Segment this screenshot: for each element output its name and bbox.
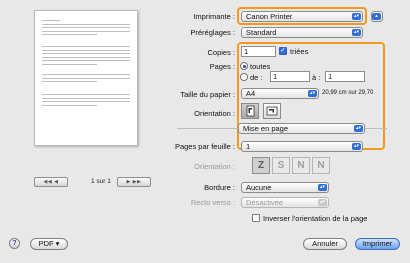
copies-field[interactable]: 1 xyxy=(241,46,276,57)
presets-label: Préréglages : xyxy=(190,28,235,37)
presets-value: Standard xyxy=(246,28,277,37)
pages-label: Pages : xyxy=(209,62,235,71)
paper-dimensions: 20,99 cm sur 29,70 xyxy=(322,90,374,96)
popup-arrows-icon: ▴▾ xyxy=(318,199,327,206)
preview-text-line xyxy=(42,46,130,47)
reverse-orientation-checkbox[interactable] xyxy=(252,214,260,222)
preview-text-line xyxy=(42,77,130,79)
print-preview-page xyxy=(34,10,138,146)
preview-text-line xyxy=(42,56,130,58)
pages-from-label: de : xyxy=(250,73,263,82)
printer-popup[interactable]: Canon Printer ▴▾ xyxy=(241,11,363,22)
pages-to-field[interactable]: 1 xyxy=(325,71,365,82)
printer-value: Canon Printer xyxy=(246,12,293,21)
preview-text-line xyxy=(42,49,130,51)
layout-n-icon[interactable]: N xyxy=(292,157,310,174)
preview-text-line xyxy=(42,63,97,65)
border-popup[interactable]: Aucune ▴▾ xyxy=(241,182,329,193)
orientation-label: Orientation : xyxy=(194,109,235,118)
page-indicator: 1 sur 1 xyxy=(91,178,111,185)
popup-arrows-icon: ▴▾ xyxy=(352,13,361,20)
border-label: Bordure : xyxy=(204,183,235,192)
portrait-icon xyxy=(246,105,255,117)
pages-all-radio[interactable] xyxy=(240,62,248,70)
pages-per-sheet-value: 1 xyxy=(246,142,251,151)
pages-range-radio[interactable] xyxy=(240,73,248,81)
paper-size-popup[interactable]: A4 ▴▾ xyxy=(241,88,319,99)
popup-arrows-icon: ▴▾ xyxy=(354,125,363,132)
preview-text-line xyxy=(42,34,97,35)
pdf-menu-button[interactable]: PDF ▾ xyxy=(30,238,68,250)
pages-per-sheet-label: Pages par feuille : xyxy=(174,142,235,151)
printer-label: Imprimante : xyxy=(193,12,235,21)
preview-text-line xyxy=(42,104,97,106)
disclosure-button[interactable]: ▴ xyxy=(371,11,383,22)
preview-text-line xyxy=(42,74,130,75)
collate-label: triées xyxy=(290,47,309,56)
preview-text-line xyxy=(42,23,130,25)
presets-popup[interactable]: Standard ▴▾ xyxy=(241,27,363,38)
orientation-landscape-button[interactable] xyxy=(263,103,281,119)
layout-orientation-label: Orientation : xyxy=(194,162,235,171)
cancel-button[interactable]: Annuler xyxy=(303,238,347,250)
landscape-icon xyxy=(266,106,278,116)
print-button[interactable]: Imprimer xyxy=(355,238,400,250)
paper-size-value: A4 xyxy=(246,89,256,98)
duplex-value: Désactivée xyxy=(246,198,284,207)
preview-text-line xyxy=(42,20,60,21)
preview-text-line xyxy=(42,81,97,82)
preview-text-line xyxy=(42,27,130,28)
popup-arrows-icon: ▴▾ xyxy=(352,143,361,150)
popup-arrows-icon: ▴▾ xyxy=(352,29,361,36)
preview-text-line xyxy=(42,30,130,32)
orientation-portrait-button[interactable] xyxy=(241,103,259,119)
layout-z-icon[interactable]: Z xyxy=(252,157,270,174)
chevron-up-icon: ▴ xyxy=(372,13,381,20)
layout-s-icon[interactable]: S xyxy=(272,157,290,174)
pages-per-sheet-popup[interactable]: 1 ▴▾ xyxy=(241,141,363,152)
pages-all-label: toutes xyxy=(250,62,271,71)
preview-text-line xyxy=(42,94,130,95)
preview-text-line xyxy=(42,60,130,61)
preview-text-line xyxy=(42,53,130,54)
preview-next-buttons[interactable]: ▶ ▶▶ xyxy=(117,177,151,187)
section-popup[interactable]: Mise en page ▴▾ xyxy=(238,123,365,134)
collate-checkbox[interactable]: ✓ xyxy=(279,47,287,55)
preview-text-line xyxy=(42,97,130,99)
pages-to-label: à : xyxy=(312,73,321,82)
copies-label: Copies : xyxy=(207,48,235,57)
help-button[interactable]: ? xyxy=(9,238,20,249)
reverse-orientation-label: Inverser l'orientation de la page xyxy=(263,214,368,223)
duplex-label: Recto verso : xyxy=(190,198,235,207)
popup-arrows-icon: ▴▾ xyxy=(318,184,327,191)
duplex-popup[interactable]: Désactivée ▴▾ xyxy=(241,197,329,208)
section-popup-value: Mise en page xyxy=(243,124,289,133)
layout-n-reverse-icon[interactable]: N xyxy=(312,157,330,174)
popup-arrows-icon: ▴▾ xyxy=(308,90,317,97)
paper-size-label: Taille du papier : xyxy=(180,90,235,99)
pages-from-field[interactable]: 1 xyxy=(270,71,310,82)
preview-text-line xyxy=(42,101,130,102)
border-value: Aucune xyxy=(246,183,272,192)
preview-prev-buttons[interactable]: ◀◀ ◀ xyxy=(34,177,68,187)
